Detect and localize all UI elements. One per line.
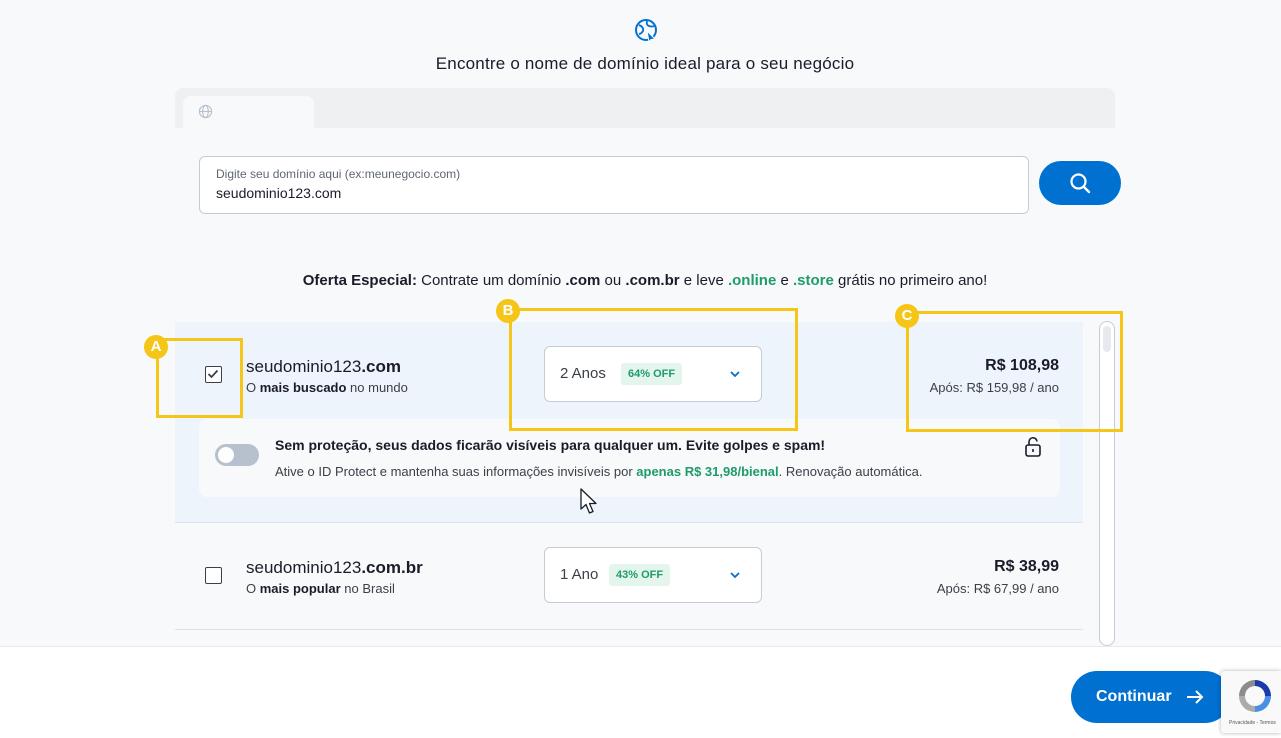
- continue-button[interactable]: Continuar: [1071, 671, 1231, 723]
- globe-icon: [198, 104, 213, 119]
- recaptcha-text[interactable]: Privacidade - Termos: [1229, 720, 1276, 726]
- protect-title: Sem proteção, seus dados ficarão visívei…: [275, 437, 826, 453]
- search-field-label: Digite seu domínio aqui (ex:meunegocio.c…: [216, 167, 461, 181]
- period-select-com-br[interactable]: 1 Ano 43% OFF: [544, 547, 762, 603]
- search-button[interactable]: [1039, 161, 1121, 205]
- domain-row-com-br: seudominio123.com.br O mais popular no B…: [175, 523, 1083, 630]
- search-icon: [1070, 173, 1091, 194]
- tab-strip: [175, 88, 1115, 128]
- renewal-price: Após: R$ 67,99 / ano: [936, 581, 1059, 596]
- domain-checkbox-com-br[interactable]: [205, 567, 222, 584]
- globe-logo-icon: [633, 17, 659, 44]
- recaptcha-badge[interactable]: Privacidade - Termos: [1221, 671, 1281, 733]
- chevron-down-icon: [730, 572, 740, 579]
- unlock-icon: [1025, 436, 1041, 457]
- arrow-right-icon: [1186, 690, 1203, 704]
- highlight-box-b: [509, 308, 798, 431]
- domain-name: seudominio123.com: [246, 357, 401, 376]
- domain-subtitle: O mais popular no Brasil: [246, 581, 395, 596]
- id-protect-toggle[interactable]: [215, 444, 259, 466]
- domain-price: R$ 38,99: [994, 558, 1059, 575]
- page-title: Encontre o nome de domínio ideal para o …: [435, 54, 855, 73]
- special-offer-text: Oferta Especial: Contrate um domínio .co…: [302, 272, 988, 289]
- domain-subtitle: O mais buscado no mundo: [246, 380, 408, 395]
- discount-badge: 43% OFF: [609, 564, 671, 586]
- highlight-box-c: [906, 311, 1123, 432]
- marker-b: B: [496, 299, 520, 323]
- mouse-cursor-icon: [580, 488, 597, 514]
- recaptcha-logo-icon: [1239, 680, 1271, 712]
- marker-a: A: [144, 335, 168, 359]
- highlight-box-a: [156, 338, 243, 418]
- domain-search-input[interactable]: [216, 185, 996, 201]
- tab-domain-search[interactable]: [183, 96, 314, 128]
- domain-search-field[interactable]: Digite seu domínio aqui (ex:meunegocio.c…: [199, 156, 1029, 214]
- protect-description: Ative o ID Protect e mantenha suas infor…: [275, 464, 923, 479]
- marker-c: C: [895, 304, 919, 328]
- domain-name: seudominio123.com.br: [246, 558, 423, 577]
